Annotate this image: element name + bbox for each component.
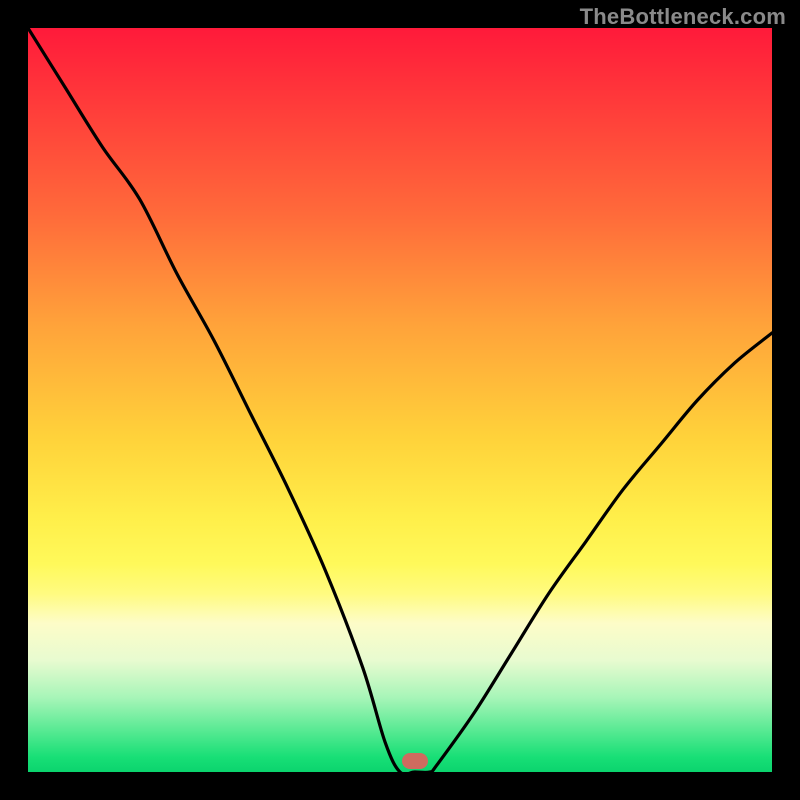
plot-area [28, 28, 772, 772]
curve-path [28, 28, 772, 772]
bottleneck-curve [28, 28, 772, 772]
watermark-text: TheBottleneck.com [580, 4, 786, 30]
chart-frame: TheBottleneck.com [0, 0, 800, 800]
optimal-marker [402, 753, 428, 769]
